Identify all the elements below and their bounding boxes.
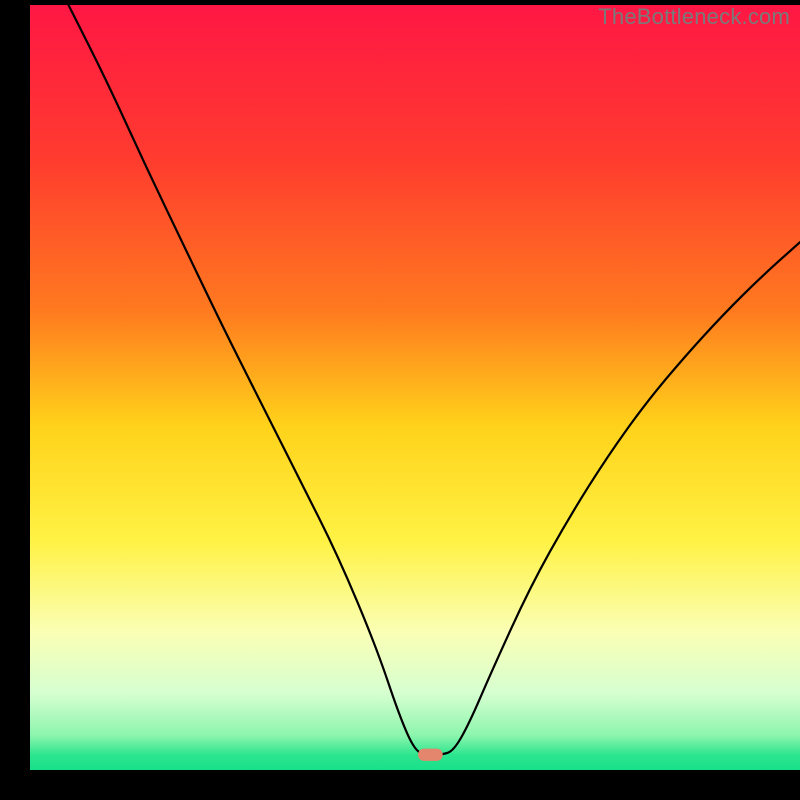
bottleneck-chart bbox=[0, 0, 800, 800]
watermark-label: TheBottleneck.com bbox=[598, 4, 790, 30]
plot-background bbox=[30, 5, 800, 770]
optimal-marker bbox=[418, 749, 443, 761]
chart-frame: TheBottleneck.com bbox=[0, 0, 800, 800]
